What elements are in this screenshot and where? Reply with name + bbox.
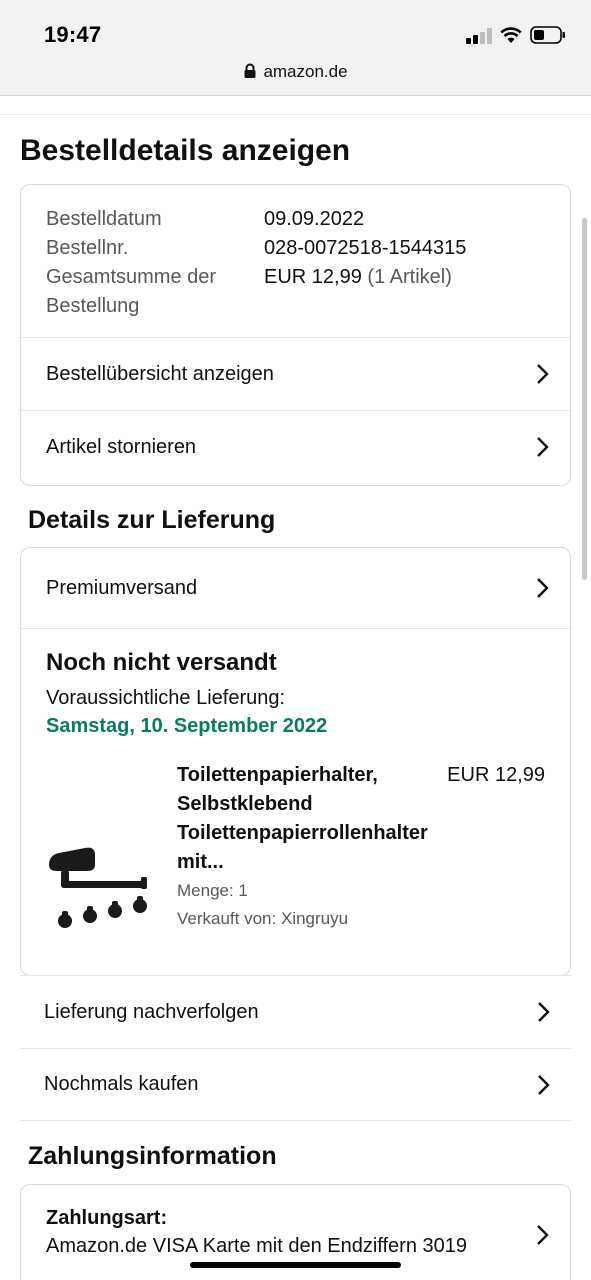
product-seller: Verkauft von: Xingruyu	[177, 909, 349, 928]
product-price: EUR 12,99	[447, 764, 545, 786]
page-title: Bestelldetails anzeigen	[20, 134, 351, 167]
delivery-card: Premiumversand Noch nicht versandt Vorau…	[20, 547, 571, 976]
cancel-items-label: Artikel stornieren	[46, 435, 197, 458]
view-order-summary-label: Bestellübersicht anzeigen	[46, 362, 274, 385]
delivery-section-title: Details zur Lieferung	[28, 506, 276, 534]
order-info-card: Bestelldatum 09.09.2022 Bestellnr. 028-0…	[20, 184, 571, 486]
track-package-link[interactable]: Lieferung nachverfolgen	[20, 975, 571, 1048]
page-top-strip	[0, 97, 591, 115]
expected-delivery-date: Samstag, 10. September 2022	[46, 715, 328, 737]
chevron-right-icon	[537, 578, 549, 598]
order-date-label: Bestelldatum	[46, 208, 162, 230]
chevron-right-icon	[537, 364, 549, 384]
product-title-line4: mit...	[177, 851, 224, 873]
product-title-line3: Toilettenpapierrollenhalter	[177, 822, 428, 844]
chevron-right-icon	[537, 437, 549, 457]
lock-icon	[244, 63, 256, 78]
expected-delivery-label: Voraussichtliche Lieferung:	[46, 687, 286, 709]
shipment-status: Noch nicht versandt	[46, 649, 277, 676]
payment-section-title: Zahlungsinformation	[28, 1142, 277, 1170]
shipping-method-link[interactable]: Premiumversand	[21, 548, 570, 628]
url-bar[interactable]: amazon.de	[0, 62, 591, 82]
shipping-method-label: Premiumversand	[46, 576, 198, 599]
order-summary-grid: Bestelldatum 09.09.2022 Bestellnr. 028-0…	[21, 185, 570, 337]
order-total-items: (1 Artikel)	[367, 266, 452, 288]
product-title-line1: Toilettenpapierhalter,	[177, 764, 378, 786]
order-date-value: 09.09.2022	[264, 208, 365, 230]
home-indicator[interactable]	[190, 1262, 401, 1268]
product-quantity: Menge: 1	[177, 881, 248, 900]
order-total-label-line2: Bestellung	[46, 295, 140, 317]
order-total-label-line1: Gesamtsumme der	[46, 266, 217, 288]
order-number-value: 028-0072518-1544315	[264, 237, 467, 259]
product-title-line2: Selbstklebend	[177, 793, 313, 815]
wifi-icon	[500, 27, 522, 43]
cancel-items-link[interactable]: Artikel stornieren	[21, 410, 570, 483]
order-total-value: EUR 12,99 (1 Artikel)	[264, 263, 452, 292]
payment-method-label: Zahlungsart:	[46, 1207, 168, 1229]
shipment-block: Noch nicht versandt Voraussichtliche Lie…	[21, 628, 570, 975]
view-order-summary-link[interactable]: Bestellübersicht anzeigen	[21, 337, 570, 410]
track-package-label: Lieferung nachverfolgen	[44, 1000, 259, 1023]
order-total-amount: EUR 12,99	[264, 266, 362, 288]
status-time: 19:47	[44, 22, 102, 47]
order-number-label: Bestellnr.	[46, 237, 129, 259]
url-text: amazon.de	[263, 62, 348, 81]
payment-method-value: Amazon.de VISA Karte mit den Endziffern …	[46, 1235, 467, 1257]
order-total-label: Gesamtsumme der Bestellung	[46, 263, 216, 321]
cellular-signal-icon	[466, 28, 492, 44]
battery-icon	[530, 26, 565, 44]
chevron-right-icon	[537, 1225, 549, 1245]
product-image[interactable]	[43, 843, 155, 935]
page-scrollbar[interactable]	[582, 218, 587, 580]
buy-again-label: Nochmals kaufen	[44, 1073, 199, 1095]
buy-again-link[interactable]: Nochmals kaufen	[20, 1048, 571, 1121]
browser-top-bar: 19:47 amazon.de	[0, 0, 591, 96]
chevron-right-icon	[538, 1002, 550, 1022]
chevron-right-icon	[538, 1074, 550, 1095]
product-title-link[interactable]: Toilettenpapierhalter, Selbstklebend Toi…	[177, 761, 437, 877]
